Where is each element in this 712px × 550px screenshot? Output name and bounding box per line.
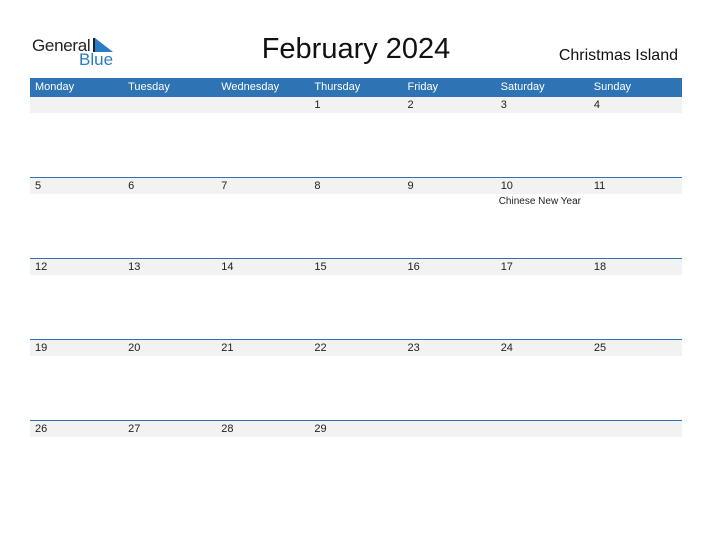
week-row: 12 13 14 15 16 17 18 bbox=[30, 258, 682, 340]
day-number: 25 bbox=[593, 342, 607, 354]
day-cell: 13 bbox=[123, 259, 216, 340]
day-number: 10 bbox=[500, 180, 513, 192]
day-number: 16 bbox=[407, 261, 420, 273]
day-number: 28 bbox=[221, 423, 234, 435]
day-cell: 9 bbox=[403, 178, 496, 259]
day-number: 27 bbox=[128, 423, 141, 435]
day-number: 19 bbox=[35, 342, 48, 354]
day-number: 5 bbox=[35, 180, 42, 192]
day-cell: 20 bbox=[123, 340, 216, 421]
day-cell: 7 bbox=[216, 178, 309, 259]
day-number: 23 bbox=[407, 342, 420, 354]
holiday-label: Chinese New Year bbox=[498, 196, 581, 207]
day-cell: 12 bbox=[30, 259, 123, 340]
day-number: 26 bbox=[35, 423, 48, 435]
day-cell bbox=[403, 421, 496, 502]
day-cell: 15 bbox=[309, 259, 402, 340]
day-number: 3 bbox=[500, 99, 507, 111]
day-cell: 16 bbox=[403, 259, 496, 340]
day-number: 4 bbox=[593, 99, 600, 111]
day-cell bbox=[30, 97, 123, 178]
day-cell: 24 bbox=[496, 340, 589, 421]
day-cell bbox=[589, 421, 682, 502]
day-number: 8 bbox=[314, 180, 321, 192]
day-cell: 11 bbox=[589, 178, 682, 259]
day-cell bbox=[496, 421, 589, 502]
day-number: 9 bbox=[407, 180, 414, 192]
day-number: 21 bbox=[221, 342, 234, 354]
day-number: 11 bbox=[593, 180, 606, 192]
day-cell: 22 bbox=[309, 340, 402, 421]
day-cell: 4 bbox=[589, 97, 682, 178]
weekday-header: Monday Tuesday Wednesday Thursday Friday… bbox=[30, 78, 682, 97]
day-cell: 21 bbox=[216, 340, 309, 421]
day-cell: 19 bbox=[30, 340, 123, 421]
week-row: 5 6 7 8 9 10 Chinese New Year 11 bbox=[30, 177, 682, 259]
week-row: 1 2 3 4 bbox=[30, 97, 682, 178]
weekday-wednesday: Wednesday bbox=[221, 81, 280, 93]
day-cell bbox=[216, 97, 309, 178]
day-number: 7 bbox=[221, 180, 228, 192]
day-cell: 3 bbox=[496, 97, 589, 178]
day-number: 29 bbox=[314, 423, 327, 435]
day-cell: 28 bbox=[216, 421, 309, 502]
day-cell: 25 bbox=[589, 340, 682, 421]
day-cell: 8 bbox=[309, 178, 402, 259]
day-number: 24 bbox=[500, 342, 513, 354]
day-number: 15 bbox=[314, 261, 327, 273]
day-cell bbox=[123, 97, 216, 178]
country-label: Christmas Island bbox=[558, 47, 678, 64]
day-cell: 23 bbox=[403, 340, 496, 421]
day-cell: 5 bbox=[30, 178, 123, 259]
day-number: 6 bbox=[128, 180, 135, 192]
day-number: 13 bbox=[128, 261, 141, 273]
day-cell: 10 Chinese New Year bbox=[496, 178, 589, 259]
weekday-monday: Monday bbox=[35, 81, 75, 93]
day-number: 1 bbox=[314, 99, 321, 111]
day-cell: 1 bbox=[309, 97, 402, 178]
day-cell: 18 bbox=[589, 259, 682, 340]
day-number: 14 bbox=[221, 261, 234, 273]
weekday-friday: Friday bbox=[407, 81, 439, 93]
day-number: 2 bbox=[407, 99, 414, 111]
day-cell: 2 bbox=[403, 97, 496, 178]
day-cell: 29 bbox=[309, 421, 402, 502]
weekday-saturday: Saturday bbox=[500, 81, 545, 93]
day-cell: 6 bbox=[123, 178, 216, 259]
day-number: 12 bbox=[35, 261, 48, 273]
day-cell: 17 bbox=[496, 259, 589, 340]
day-cell: 27 bbox=[123, 421, 216, 502]
weekday-thursday: Thursday bbox=[314, 81, 361, 93]
weekday-sunday: Sunday bbox=[593, 81, 632, 93]
day-cell: 14 bbox=[216, 259, 309, 340]
day-number: 22 bbox=[314, 342, 327, 354]
day-number: 20 bbox=[128, 342, 141, 354]
day-number: 17 bbox=[500, 261, 513, 273]
week-row: 26 27 28 29 bbox=[30, 420, 682, 502]
week-row: 19 20 21 22 23 24 25 bbox=[30, 339, 682, 421]
weekday-tuesday: Tuesday bbox=[128, 81, 170, 93]
day-number: 18 bbox=[593, 261, 607, 273]
day-cell: 26 bbox=[30, 421, 123, 502]
